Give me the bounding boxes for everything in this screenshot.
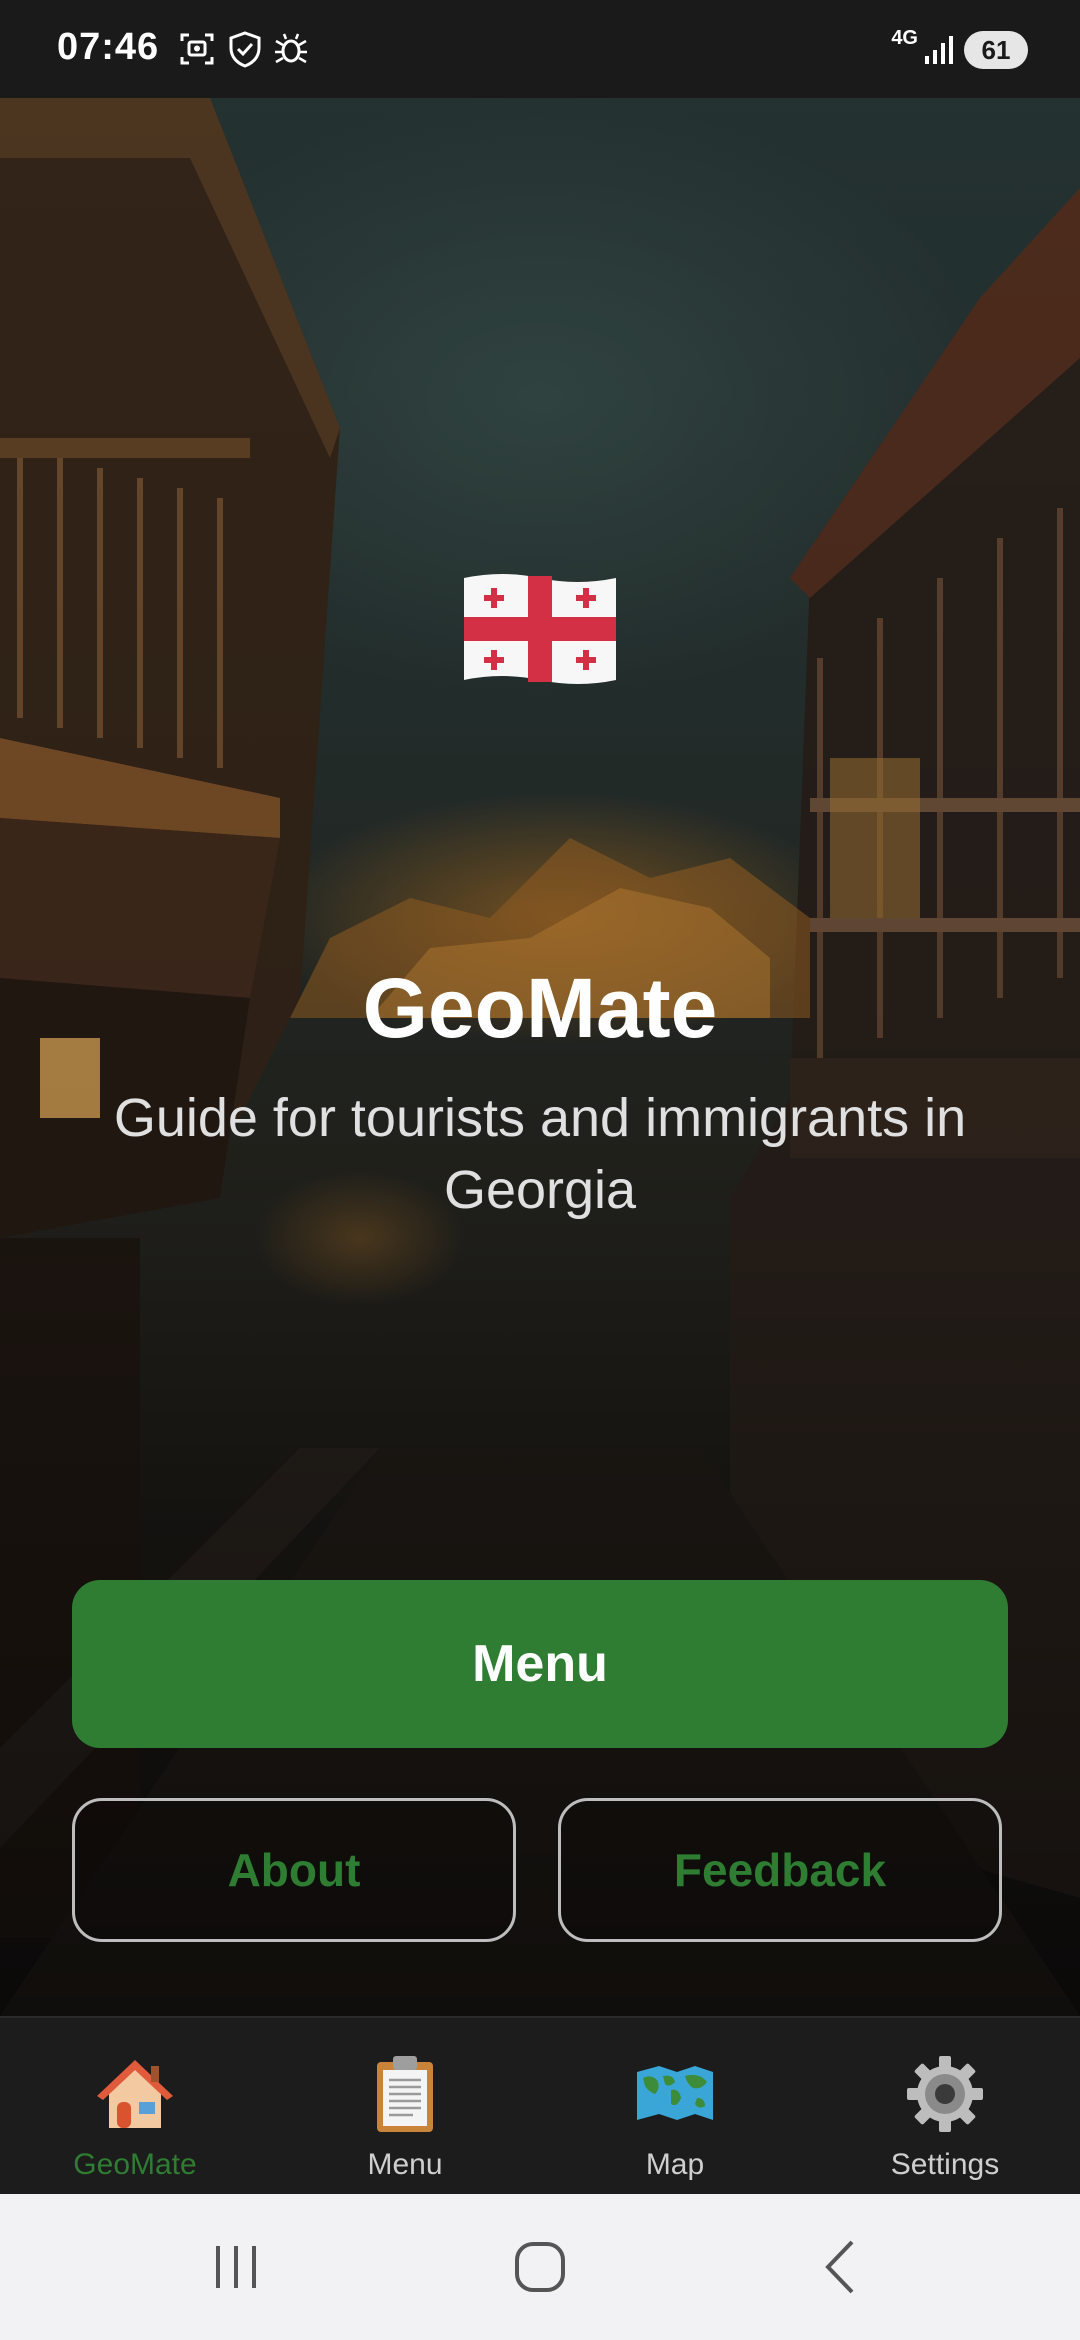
house-icon [97,2060,173,2128]
system-navigation-bar [0,2194,1080,2340]
network-type: 4G [891,27,918,49]
screenshot-icon [180,33,214,65]
status-bar: 07:46 4G 61 [0,0,1080,98]
signal-icon [925,36,953,64]
about-button[interactable]: About [72,1798,516,1942]
feedback-button[interactable]: Feedback [558,1798,1002,1942]
app-title: GeoMate [362,961,718,1055]
nav-label-geomate: GeoMate [73,2148,197,2181]
bug-icon [275,33,307,64]
nav-item-settings[interactable]: Settings [810,2018,1080,2196]
nav-item-geomate[interactable]: GeoMate [0,2018,270,2196]
nav-label-settings: Settings [890,2148,1000,2181]
nav-item-map[interactable]: Map [540,2018,810,2196]
bottom-navigation: GeoMate Menu Map Settings [0,2016,1080,2196]
status-time: 07:46 [57,26,160,68]
gear-icon [907,2056,983,2132]
nav-item-menu[interactable]: Menu [270,2018,540,2196]
georgia-flag-icon [464,574,616,684]
home-button[interactable] [505,2232,575,2302]
app-screen: 07:46 4G 61 GeoMate Guide for tourists a… [0,0,1080,2340]
back-button[interactable] [806,2232,876,2302]
menu-button[interactable]: Menu [72,1580,1008,1748]
clipboard-icon [377,2056,433,2132]
recents-button[interactable] [201,2232,271,2302]
nav-label-menu: Menu [367,2148,443,2181]
app-subtitle: Guide for tourists and immigrants in Geo… [113,1088,967,1220]
shield-check-icon [229,31,261,68]
world-map-icon [637,2066,713,2120]
battery-indicator: 61 [964,31,1028,69]
nav-label-map: Map [645,2148,705,2181]
